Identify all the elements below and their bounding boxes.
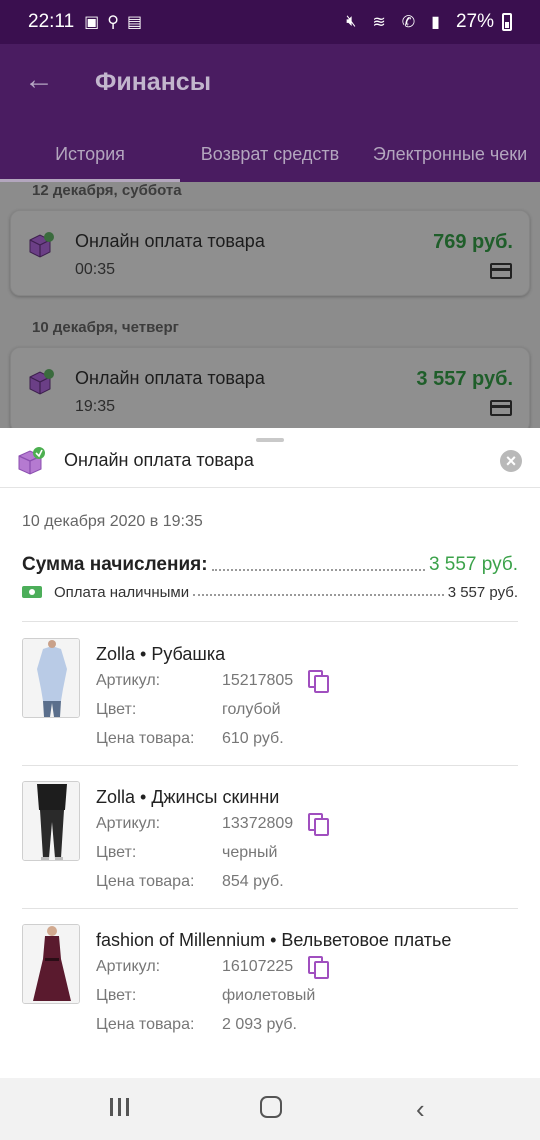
- status-time: 22:11: [28, 11, 75, 32]
- sum-value: 3 557 руб.: [428, 554, 518, 575]
- sheet-title: Онлайн оплата товара: [64, 450, 254, 470]
- sum-label: Сумма начисления:: [22, 554, 208, 575]
- app-bar: ← Финансы История Возврат средств Электр…: [0, 44, 540, 182]
- item-name: Zolla • Джинсы скинни: [96, 787, 280, 807]
- copy-icon[interactable]: [308, 670, 329, 693]
- sheet-drag-handle[interactable]: [256, 438, 284, 442]
- home-icon[interactable]: [260, 1096, 282, 1118]
- color-value: фиолетовый: [222, 987, 316, 1004]
- color-label: Цвет:: [96, 987, 137, 1004]
- article-label: Артикул:: [96, 958, 161, 975]
- package-icon: [29, 232, 54, 258]
- close-icon[interactable]: ×: [500, 450, 522, 472]
- app-icon: ▤: [126, 14, 143, 31]
- product-image[interactable]: [22, 781, 80, 861]
- tab-refunds[interactable]: Возврат средств: [180, 126, 360, 182]
- package-icon: [18, 447, 45, 475]
- price-label: Цена товара:: [96, 873, 195, 890]
- order-item[interactable]: Zolla • Джинсы скинни Артикул: 13372809 …: [0, 767, 540, 897]
- article-value: 13372809: [222, 815, 294, 832]
- transaction-time: 00:35: [75, 261, 116, 278]
- credit-card-icon: [490, 263, 512, 279]
- divider: [22, 765, 518, 766]
- history-date-header: 12 декабря, суббота: [32, 182, 182, 199]
- package-icon: [29, 369, 54, 395]
- history-list: 12 декабря, суббота Онлайн оплата товара…: [0, 182, 540, 428]
- color-label: Цвет:: [96, 844, 137, 861]
- search-icon: ⚲: [107, 14, 119, 31]
- history-card[interactable]: Онлайн оплата товара 19:35 3 557 руб.: [10, 347, 530, 428]
- history-date-header: 10 декабря, четверг: [32, 319, 179, 336]
- back-arrow-icon[interactable]: ←: [24, 65, 54, 95]
- copy-icon[interactable]: [308, 956, 329, 979]
- color-label: Цвет:: [96, 701, 137, 718]
- shirt-image: [23, 639, 79, 717]
- item-name: Zolla • Рубашка: [96, 644, 226, 664]
- copy-icon[interactable]: [308, 813, 329, 836]
- divider: [22, 908, 518, 909]
- article-label: Артикул:: [96, 672, 161, 689]
- status-bar: 22:11 ▣ ⚲ ▤ 🔇︎ ≋ ✆ ▮ 27%: [0, 0, 540, 44]
- image-icon: ▣: [84, 14, 100, 31]
- payment-row: Оплата наличными 3 557 руб.: [22, 581, 518, 601]
- order-item[interactable]: Zolla • Рубашка Артикул: 15217805 Цвет: …: [0, 624, 540, 754]
- price-value: 854 руб.: [222, 873, 284, 890]
- transaction-name: Онлайн оплата товара: [75, 231, 265, 251]
- item-name: fashion of Millennium • Вельветовое плат…: [96, 930, 452, 950]
- tab-receipts[interactable]: Электронные чеки: [360, 126, 540, 182]
- transaction-datetime: 10 декабря 2020 в 19:35: [22, 513, 203, 530]
- order-item[interactable]: fashion of Millennium • Вельветовое плат…: [0, 910, 540, 1040]
- product-image[interactable]: [22, 638, 80, 718]
- price-label: Цена товара:: [96, 730, 195, 747]
- battery-icon: [502, 13, 512, 31]
- back-icon[interactable]: ‹: [416, 1094, 425, 1125]
- battery-percent: 27%: [455, 11, 494, 32]
- dot-leader: [193, 594, 444, 596]
- recent-apps-icon[interactable]: [110, 1098, 132, 1118]
- color-value: черный: [222, 844, 278, 861]
- price-value: 610 руб.: [222, 730, 284, 747]
- mute-icon: 🔇︎: [346, 13, 357, 30]
- transaction-amount: 3 557 руб.: [416, 368, 513, 390]
- sheet-header: Онлайн оплата товара ×: [0, 444, 540, 488]
- history-card[interactable]: Онлайн оплата товара 00:35 769 руб.: [10, 210, 530, 296]
- page-title: Финансы: [95, 68, 212, 96]
- transaction-time: 19:35: [75, 398, 116, 415]
- article-value: 16107225: [222, 958, 294, 975]
- transaction-detail-sheet: Онлайн оплата товара × 10 декабря 2020 в…: [0, 428, 540, 1078]
- tab-bar: История Возврат средств Электронные чеки: [0, 126, 540, 182]
- transaction-amount: 769 руб.: [433, 231, 513, 253]
- article-value: 15217805: [222, 672, 294, 689]
- call-icon: ✆: [401, 14, 416, 31]
- payment-value: 3 557 руб.: [447, 584, 518, 601]
- dress-image: [23, 925, 79, 1003]
- system-nav-bar: ‹: [0, 1078, 540, 1140]
- sum-row: Сумма начисления: 3 557 руб.: [22, 552, 518, 576]
- cash-icon: [22, 586, 42, 598]
- article-label: Артикул:: [96, 815, 161, 832]
- color-value: голубой: [222, 701, 281, 718]
- divider: [22, 621, 518, 622]
- jeans-image: [23, 782, 79, 860]
- tab-history[interactable]: История: [0, 126, 180, 182]
- wifi-icon: ≋: [372, 14, 386, 31]
- product-image[interactable]: [22, 924, 80, 1004]
- price-label: Цена товара:: [96, 1016, 195, 1033]
- transaction-name: Онлайн оплата товара: [75, 368, 265, 388]
- credit-card-icon: [490, 400, 512, 416]
- signal-icon: ▮: [431, 14, 440, 31]
- price-value: 2 093 руб.: [222, 1016, 297, 1033]
- payment-label: Оплата наличными: [54, 584, 190, 601]
- dot-leader: [211, 569, 425, 571]
